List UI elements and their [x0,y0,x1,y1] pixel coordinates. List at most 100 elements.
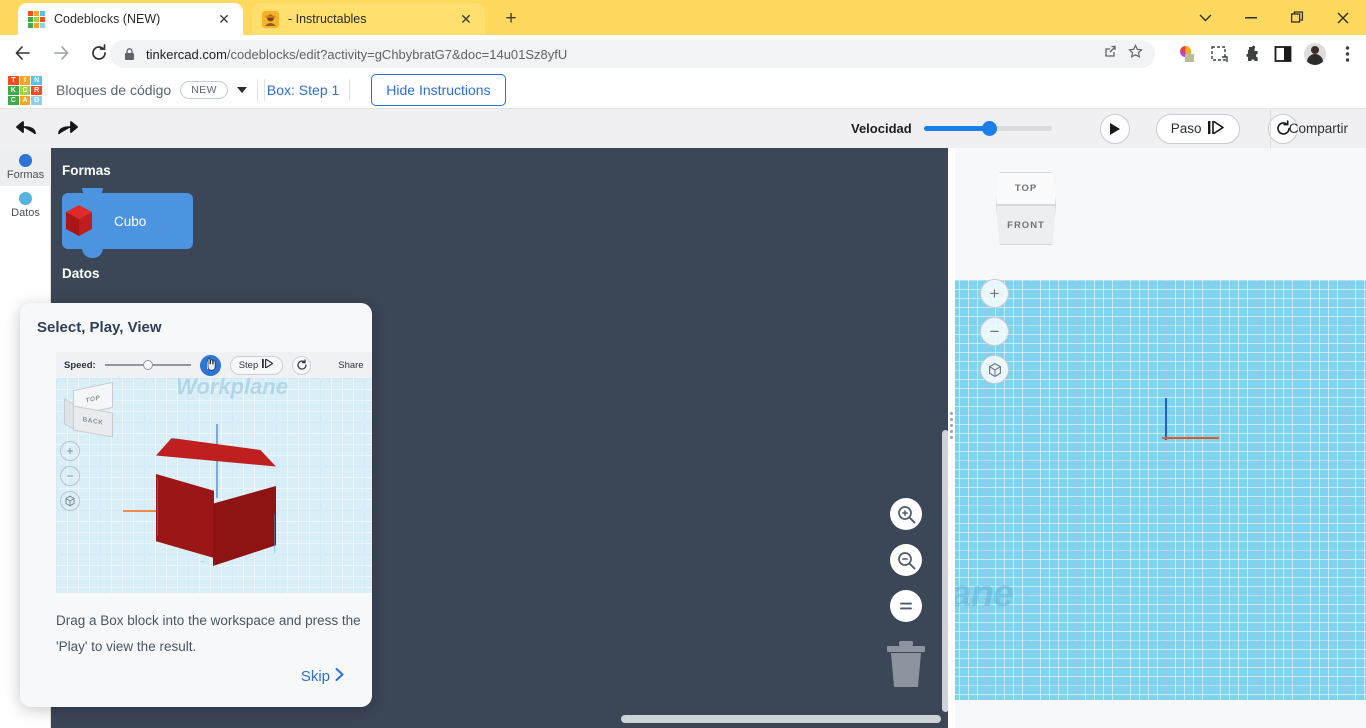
step-forward-icon [262,358,274,371]
tab-title: - Instructables [288,12,367,26]
minimize-icon[interactable] [1228,0,1274,35]
play-button[interactable] [1099,113,1130,144]
redo-icon[interactable] [56,117,80,141]
divider [256,78,258,101]
forward-arrow-icon[interactable] [46,38,76,68]
palette-section-shapes: Formas [62,163,111,178]
step-forward-icon [1208,119,1225,137]
sidebar-icon[interactable] [1270,41,1296,67]
tab-search-icon[interactable] [1182,0,1228,35]
avatar[interactable] [1302,41,1328,67]
popup-view-cube: TOP BACK [64,381,114,438]
maximize-icon[interactable] [1274,0,1320,35]
popup-workplane-label: Workplane [176,378,289,399]
step-button[interactable]: Paso [1155,113,1241,144]
share-button[interactable]: Compartir [1269,109,1354,148]
undo-icon[interactable] [14,117,38,141]
popup-body-text: Drag a Box block into the workspace and … [56,613,361,654]
sidebar-item-label: Datos [11,206,40,219]
popup-fit-view-icon [60,491,80,511]
slider-fill [923,126,990,131]
zoom-in-icon[interactable] [890,498,922,530]
block-cubo[interactable]: Cubo [62,188,193,258]
popup-step-button[interactable]: Step [229,355,284,375]
popup-slider-handle[interactable] [142,360,153,370]
3d-viewport[interactable]: lane TOP FRONT + − [955,148,1366,728]
zoom-out-icon[interactable] [890,544,922,576]
popup-reset-button[interactable] [292,355,312,375]
popup-speed-label: Speed: [64,359,96,371]
horizontal-scrollbar[interactable] [621,715,941,723]
kebab-menu-icon[interactable] [1334,41,1360,67]
star-icon[interactable] [1128,44,1143,64]
sidebar-item-formas[interactable]: Formas [0,148,51,186]
tab-title: Codeblocks (NEW) [54,12,161,26]
status-badge: NEW [180,80,228,99]
editor-toolbar: Velocidad Paso Compartir [0,109,1366,148]
divider [349,78,351,101]
logo-tile: C [8,95,19,105]
tab-close-icon[interactable]: ✕ [457,10,475,28]
share-icon[interactable] [1103,44,1118,64]
popup-speed-slider[interactable] [104,360,191,370]
popup-preview-image: Workplane TOP BACK + − [56,378,372,593]
view-cube-front-label: FRONT [1007,219,1045,231]
new-tab-button[interactable]: + [498,6,524,32]
workplane-grid: lane [955,280,1366,700]
tab-close-icon[interactable]: ✕ [215,10,233,28]
logo-tile: A [19,95,31,105]
screenshot-icon[interactable] [1206,41,1232,67]
browser-window: Codeblocks (NEW) ✕ - Instructables ✕ + t… [0,0,1366,728]
viewport-zoom-out-icon[interactable]: − [980,317,1009,346]
view-cube-top-face[interactable]: TOP [996,172,1056,205]
view-cube[interactable]: TOP FRONT [993,172,1058,246]
workspace-zoom-controls [890,498,922,622]
speed-slider[interactable] [923,121,1052,136]
logo-tile: R [31,85,42,95]
sidebar-item-datos[interactable]: Datos [0,186,51,224]
divider-grip-icon[interactable] [950,412,954,439]
tinkercad-logo-icon[interactable]: T I N K C R C A D [8,75,42,105]
logo-tile: I [19,75,31,85]
color-picker-icon[interactable] [1174,41,1200,67]
skip-button[interactable]: Skip [301,668,344,685]
logo-tile: T [8,75,19,85]
popup-play-button[interactable] [199,354,221,376]
logo-tile: D [31,95,42,105]
viewport-zoom-in-icon[interactable]: + [980,279,1009,308]
zoom-fit-icon[interactable] [890,590,922,622]
code-workspace[interactable] [303,148,955,728]
chevron-right-icon [335,668,344,685]
popup-zoom-in-icon: + [60,441,80,461]
sidebar-item-label: Formas [6,168,45,181]
popup-view-cube-front-label: BACK [82,416,104,427]
divider [263,78,265,101]
trash-icon[interactable] [885,638,927,688]
slider-handle[interactable] [981,121,997,136]
popup-title: Select, Play, View [37,319,162,336]
url-text: tinkercad.com/codeblocks/edit?activity=g… [146,46,568,62]
omnibox-actions [1103,44,1143,64]
logo-tile: K [8,85,19,95]
step-indicator: Box: Step 1 [266,81,340,98]
close-icon[interactable] [1320,0,1366,35]
puzzle-icon[interactable] [1238,41,1264,67]
red-cube-icon [56,198,102,244]
logo-tile: C [19,85,31,95]
data-dot-icon [19,191,32,205]
chevron-down-icon[interactable] [236,86,247,93]
hand-cursor-icon [205,357,216,376]
browser-tab-codeblocks[interactable]: Codeblocks (NEW) ✕ [18,3,243,35]
view-cube-front-face[interactable]: FRONT [996,205,1056,245]
browser-tab-instructables[interactable]: - Instructables ✕ [252,3,485,35]
view-cube-top-label: TOP [1014,183,1038,194]
hide-instructions-button[interactable]: Hide Instructions [371,73,506,106]
lock-icon [124,47,135,61]
popup-viewport-controls: + − [60,441,80,511]
viewport-fit-view-icon[interactable] [980,355,1009,384]
popup-share-button[interactable]: Share [338,360,363,371]
tinkercad-icon [28,10,45,28]
window-controls [1182,0,1366,35]
back-arrow-icon[interactable] [8,38,38,68]
address-bar[interactable]: tinkercad.com/codeblocks/edit?activity=g… [110,40,1155,68]
